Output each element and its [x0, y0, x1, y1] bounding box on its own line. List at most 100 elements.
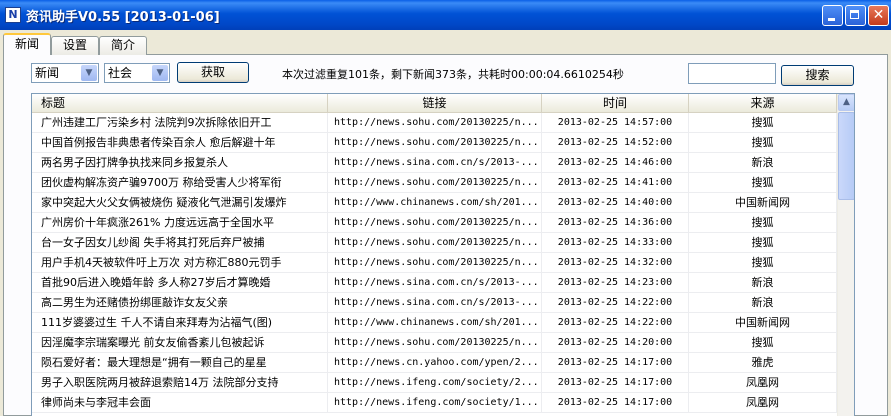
link-cell: http://www.chinanews.com/sh/201... — [328, 313, 542, 332]
news-table: 标题 链接 时间 来源 广州违建工厂污染乡村 法院判9次拆除依旧开工 http:/… — [31, 93, 855, 416]
subcategory-select-value: 社会 — [108, 66, 133, 80]
link-cell: http://news.sina.com.cn/s/2013-... — [328, 273, 542, 292]
title-cell: 高二男生为还赌债扮绑匪敲诈女友父亲 — [32, 293, 328, 312]
title-cell: 首批90后进入晚婚年龄 多人称27岁后才算晚婚 — [32, 273, 328, 292]
link-cell: http://www.chinanews.com/sh/201... — [328, 193, 542, 212]
table-row[interactable]: 两名男子因打牌争执找来同乡报复杀人 http://news.sina.com.cn… — [32, 153, 837, 173]
source-cell: 中国新闻网 — [689, 313, 837, 332]
title-cell: 团伙虚构解冻资产骗9700万 称给受害人少将军衔 — [32, 173, 328, 192]
table-row[interactable]: 中国首例报告非典患者传染百余人 愈后解避十年 http://news.sohu.c… — [32, 133, 837, 153]
maximize-button[interactable] — [845, 5, 866, 26]
time-cell: 2013-02-25 14:22:00 — [542, 293, 689, 312]
tab-news[interactable]: 新闻 — [3, 33, 51, 55]
time-cell: 2013-02-25 14:32:00 — [542, 253, 689, 272]
scrollbar-thumb[interactable] — [838, 112, 854, 200]
table-body: 广州违建工厂污染乡村 法院判9次拆除依旧开工 http://news.sohu.c… — [32, 113, 837, 413]
table-row[interactable]: 用户手机4天被软件吁上万次 对方称汇880元罚手 http://news.sohu… — [32, 253, 837, 273]
table-row[interactable]: 律师尚未与李冠丰会面 http://news.ifeng.com/society/… — [32, 393, 837, 413]
time-cell: 2013-02-25 14:52:00 — [542, 133, 689, 152]
time-cell: 2013-02-25 14:40:00 — [542, 193, 689, 212]
tab-about[interactable]: 简介 — [99, 36, 147, 55]
link-cell: http://news.sina.com.cn/s/2013-... — [328, 293, 542, 312]
table-row[interactable]: 台一女子因女儿纱阁 失手将其打死后弃尸被捕 http://news.sohu.co… — [32, 233, 837, 253]
subcategory-select[interactable]: 社会 ▼ — [104, 63, 170, 83]
maximize-icon — [846, 6, 865, 25]
close-icon: ✕ — [872, 7, 885, 23]
column-header-time[interactable]: 时间 — [542, 94, 689, 112]
close-button[interactable]: ✕ — [868, 5, 889, 26]
time-cell: 2013-02-25 14:46:00 — [542, 153, 689, 172]
window-title: 资讯助手V0.55 [2013-01-06] — [26, 10, 220, 25]
chevron-down-icon: ▼ — [81, 65, 97, 81]
column-header-title[interactable]: 标题 — [32, 94, 328, 112]
title-cell: 广州房价十年疯涨261% 力度远远高于全国水平 — [32, 213, 328, 232]
category-select[interactable]: 新闻 ▼ — [31, 63, 99, 83]
link-cell: http://news.sohu.com/20130225/n... — [328, 113, 542, 132]
source-cell: 凤凰网 — [689, 393, 837, 412]
minimize-button[interactable] — [822, 5, 843, 26]
time-cell: 2013-02-25 14:23:00 — [542, 273, 689, 292]
fetch-button[interactable]: 获取 — [177, 62, 249, 83]
source-cell: 搜狐 — [689, 253, 837, 272]
app-icon: N — [5, 7, 21, 23]
link-cell: http://news.sohu.com/20130225/n... — [328, 213, 542, 232]
source-cell: 新浪 — [689, 153, 837, 172]
search-input[interactable] — [688, 63, 776, 84]
minimize-icon — [823, 6, 842, 25]
title-cell: 家中突起大火父女俩被烧伤 疑液化气泄漏引发爆炸 — [32, 193, 328, 212]
link-cell: http://news.ifeng.com/society/2... — [328, 373, 542, 392]
table-row[interactable]: 广州违建工厂污染乡村 法院判9次拆除依旧开工 http://news.sohu.c… — [32, 113, 837, 133]
title-cell: 111岁婆婆过生 千人不请自来拜寿为沾福气(图) — [32, 313, 328, 332]
source-cell: 雅虎 — [689, 353, 837, 372]
title-cell: 因淫魔李宗瑞案曝光 前女友偷香紊儿包被起诉 — [32, 333, 328, 352]
app-window: N 资讯助手V0.55 [2013-01-06] ✕ 新闻 设置 简介 新闻 ▼… — [0, 0, 891, 416]
status-text: 本次过滤重复101条，剩下新闻373条，共耗时00:00:04.6610254秒 — [282, 68, 624, 81]
scroll-up-icon[interactable]: ▲ — [838, 94, 854, 111]
title-cell: 用户手机4天被软件吁上万次 对方称汇880元罚手 — [32, 253, 328, 272]
source-cell: 中国新闻网 — [689, 193, 837, 212]
table-row[interactable]: 男子入职医院两月被辞退索赔14万 法院部分支持 http://news.ifeng… — [32, 373, 837, 393]
time-cell: 2013-02-25 14:36:00 — [542, 213, 689, 232]
chevron-down-icon: ▼ — [152, 65, 168, 81]
table-row[interactable]: 因淫魔李宗瑞案曝光 前女友偷香紊儿包被起诉 http://news.sohu.co… — [32, 333, 837, 353]
tab-settings[interactable]: 设置 — [51, 36, 99, 55]
source-cell: 搜狐 — [689, 173, 837, 192]
source-cell: 搜狐 — [689, 133, 837, 152]
source-cell: 搜狐 — [689, 333, 837, 352]
table-row[interactable]: 首批90后进入晚婚年龄 多人称27岁后才算晚婚 http://news.sina.… — [32, 273, 837, 293]
title-cell: 两名男子因打牌争执找来同乡报复杀人 — [32, 153, 328, 172]
column-header-link[interactable]: 链接 — [328, 94, 542, 112]
source-cell: 搜狐 — [689, 233, 837, 252]
source-cell: 新浪 — [689, 273, 837, 292]
table-row[interactable]: 广州房价十年疯涨261% 力度远远高于全国水平 http://news.sohu.… — [32, 213, 837, 233]
time-cell: 2013-02-25 14:41:00 — [542, 173, 689, 192]
link-cell: http://news.sohu.com/20130225/n... — [328, 333, 542, 352]
link-cell: http://news.sohu.com/20130225/n... — [328, 133, 542, 152]
link-cell: http://news.ifeng.com/society/1... — [328, 393, 542, 412]
title-bar[interactable]: N 资讯助手V0.55 [2013-01-06] ✕ — [0, 0, 891, 30]
title-cell: 中国首例报告非典患者传染百余人 愈后解避十年 — [32, 133, 328, 152]
title-cell: 律师尚未与李冠丰会面 — [32, 393, 328, 412]
table-row[interactable]: 陨石爱好者：最大理想是“拥有一颗自己的星星 http://news.cn.yaho… — [32, 353, 837, 373]
search-button[interactable]: 搜索 — [781, 65, 854, 86]
source-cell: 搜狐 — [689, 113, 837, 132]
time-cell: 2013-02-25 14:22:00 — [542, 313, 689, 332]
time-cell: 2013-02-25 14:57:00 — [542, 113, 689, 132]
link-cell: http://news.cn.yahoo.com/ypen/2... — [328, 353, 542, 372]
column-header-source[interactable]: 来源 — [689, 94, 837, 112]
table-row[interactable]: 111岁婆婆过生 千人不请自来拜寿为沾福气(图) http://www.china… — [32, 313, 837, 333]
link-cell: http://news.sohu.com/20130225/n... — [328, 253, 542, 272]
title-cell: 广州违建工厂污染乡村 法院判9次拆除依旧开工 — [32, 113, 328, 132]
time-cell: 2013-02-25 14:33:00 — [542, 233, 689, 252]
vertical-scrollbar[interactable]: ▲ — [837, 94, 854, 416]
time-cell: 2013-02-25 14:17:00 — [542, 353, 689, 372]
time-cell: 2013-02-25 14:17:00 — [542, 373, 689, 392]
table-row[interactable]: 团伙虚构解冻资产骗9700万 称给受害人少将军衔 http://news.sohu… — [32, 173, 837, 193]
table-row[interactable]: 家中突起大火父女俩被烧伤 疑液化气泄漏引发爆炸 http://www.chinan… — [32, 193, 837, 213]
table-row[interactable]: 高二男生为还赌债扮绑匪敲诈女友父亲 http://news.sina.com.cn… — [32, 293, 837, 313]
title-cell: 男子入职医院两月被辞退索赔14万 法院部分支持 — [32, 373, 328, 392]
category-select-value: 新闻 — [35, 66, 60, 80]
title-cell: 陨石爱好者：最大理想是“拥有一颗自己的星星 — [32, 353, 328, 372]
source-cell: 凤凰网 — [689, 373, 837, 392]
link-cell: http://news.sohu.com/20130225/n... — [328, 233, 542, 252]
